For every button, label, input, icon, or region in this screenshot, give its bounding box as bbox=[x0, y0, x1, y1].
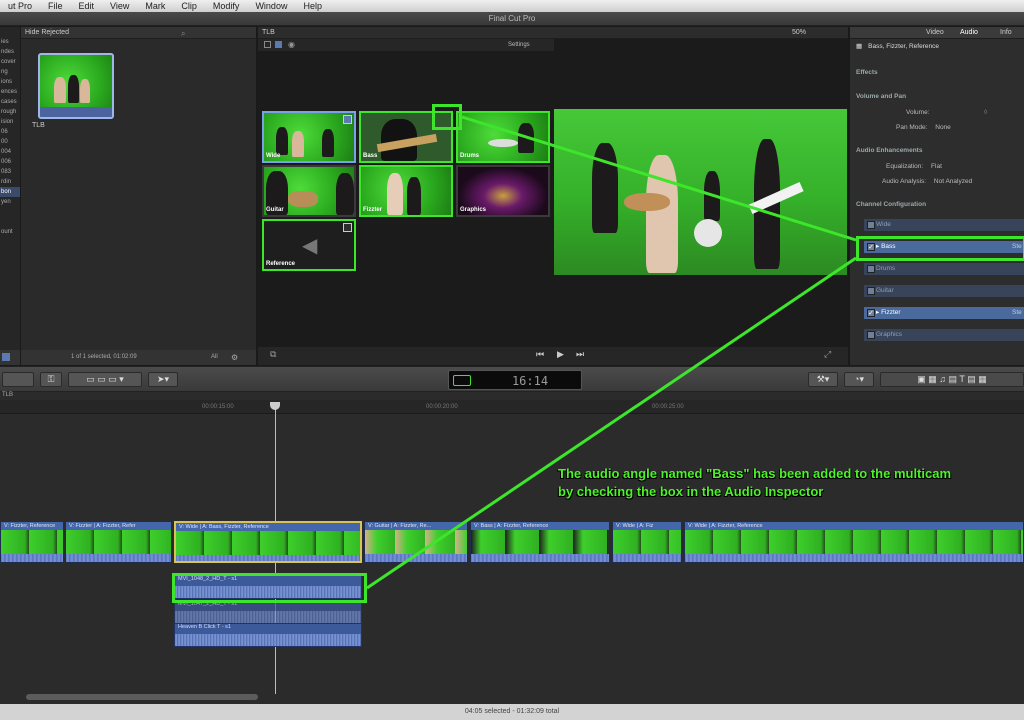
callout-lines bbox=[366, 115, 857, 590]
annotation-text: The audio angle named "Bass" has been ad… bbox=[558, 465, 1024, 501]
annotation-line: by checking the box in the Audio Inspect… bbox=[558, 484, 824, 499]
status-bar: 04:05 selected - 01:32:09 total bbox=[0, 704, 1024, 720]
annotation-line: The audio angle named "Bass" has been ad… bbox=[558, 466, 952, 481]
